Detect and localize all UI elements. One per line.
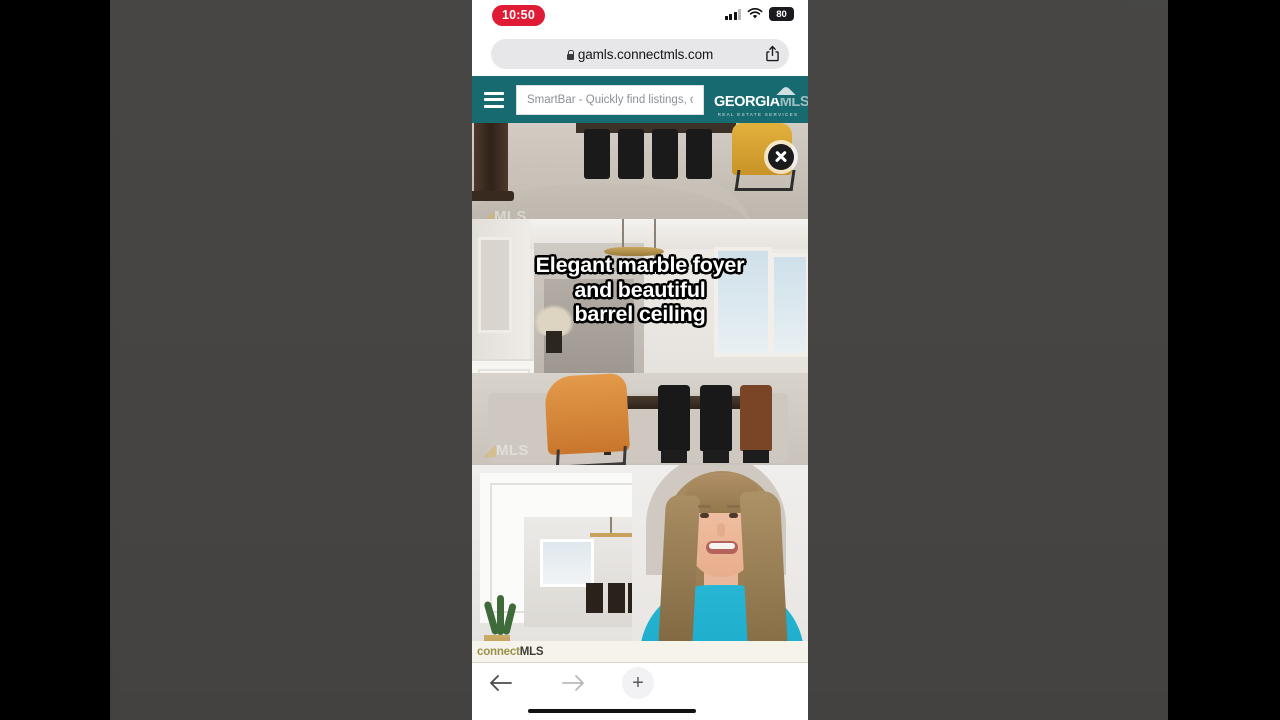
browser-bottom-toolbar: + [472,663,808,720]
caption-line-3: barrel ceiling [574,302,706,326]
mls-watermark-top: ◢MLS [482,208,527,219]
caption-line-1: Elegant marble foyer [535,253,745,277]
caption-line-2: and beautiful [574,277,706,302]
wifi-icon [747,8,763,19]
hamburger-menu-icon[interactable] [484,91,504,108]
lock-icon [566,49,575,60]
letterbox-black-right [1168,0,1280,720]
georgia-mls-logo: GEORGIAMLS REAL ESTATE SERVICES [714,81,808,119]
status-icons: 80 [724,7,794,21]
logo-tagline: REAL ESTATE SERVICES [717,112,799,117]
screenshot-stage: 10:50 80 gamls.connectmls.com SmartBar -… [0,0,1280,720]
connectmls-banner: connect MLS [472,641,808,663]
phone-viewport: 10:50 80 gamls.connectmls.com SmartBar -… [472,0,808,720]
share-icon[interactable] [766,45,779,62]
add-tab-button[interactable]: + [622,667,654,699]
blurred-backdrop-right [808,0,1168,720]
connectmls-brand-part2: MLS [519,645,544,658]
video-caption: Elegant marble foyer and beautiful barre… [472,253,808,327]
arrow-right-icon[interactable] [560,671,586,695]
letterbox-black-left [0,0,110,720]
roof-icon [772,86,800,98]
smartbar-search[interactable] [516,84,704,115]
home-indicator [528,708,696,713]
connectmls-brand-part1: connect [477,645,520,658]
signal-bars-icon [724,8,741,20]
url-text: gamls.connectmls.com [577,46,714,62]
blurred-backdrop-left [110,0,472,720]
status-bar: 10:50 80 [472,0,808,32]
browser-url-bar-container: gamls.connectmls.com [472,32,808,76]
mls-watermark-main: ◢MLS [484,442,529,459]
battery-indicator: 80 [769,7,794,21]
url-bar[interactable]: gamls.connectmls.com [491,39,789,69]
close-circle-icon[interactable] [764,140,798,174]
video-frame-top: ◢MLS [472,123,808,219]
app-header: GEORGIAMLS REAL ESTATE SERVICES [472,76,808,123]
video-player[interactable]: ◢MLS ◢MLS Elegant marble foyer and beaut… [472,123,808,675]
recording-time-pill: 10:50 [492,5,545,26]
arrow-left-icon[interactable] [488,671,514,695]
search-input[interactable] [527,93,693,106]
url-text-group: gamls.connectmls.com [566,46,714,62]
